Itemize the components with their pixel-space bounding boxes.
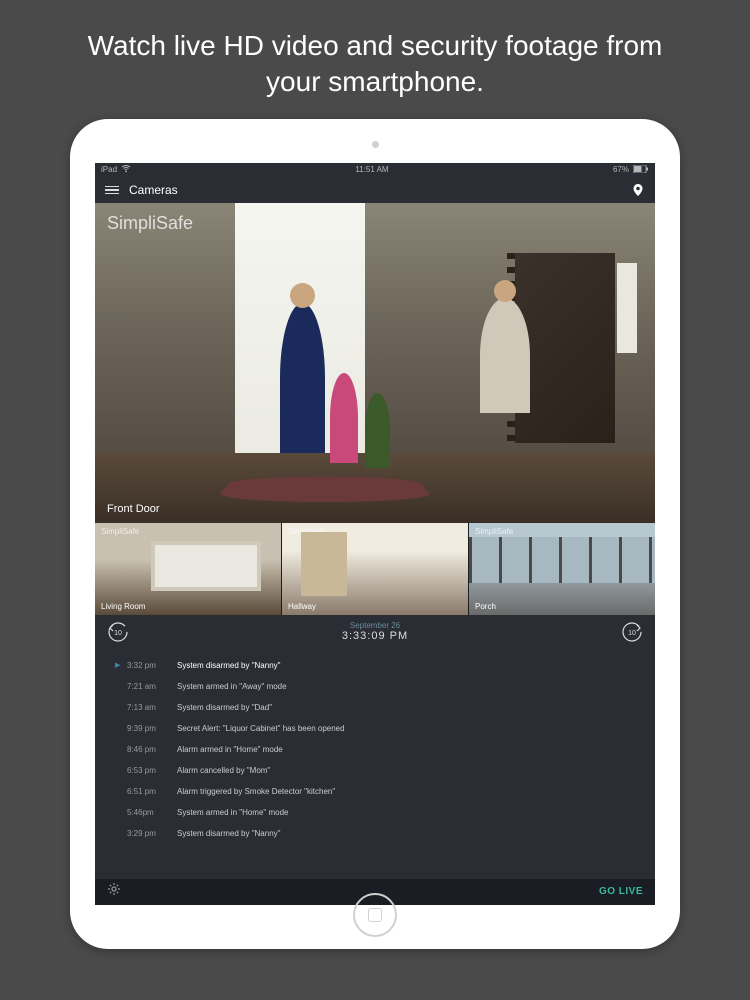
brand-watermark: SimpliSafe: [107, 213, 193, 234]
camera-main-front-door[interactable]: SimpliSafe Front Door: [95, 203, 655, 523]
event-message: System armed in "Home" mode: [177, 808, 289, 817]
event-row[interactable]: 3:29 pmSystem disarmed by "Nanny": [95, 823, 655, 844]
menu-icon[interactable]: [105, 186, 119, 195]
event-message: System disarmed by "Dad": [177, 703, 272, 712]
location-pin-icon[interactable]: [631, 183, 645, 197]
marketing-headline: Watch live HD video and security footage…: [0, 0, 750, 119]
skip-back-10-button[interactable]: 10: [107, 621, 129, 643]
settings-icon[interactable]: [107, 882, 121, 901]
event-row[interactable]: 8:46 pmAlarm armed in "Home" mode: [95, 739, 655, 760]
battery-icon: [633, 165, 649, 175]
event-row[interactable]: 6:53 pmAlarm cancelled by "Mom": [95, 760, 655, 781]
event-message: Alarm armed in "Home" mode: [177, 745, 283, 754]
timeline-date: September 26: [342, 621, 408, 630]
camera-label: Front Door: [107, 503, 160, 515]
status-time: 11:51 AM: [355, 165, 388, 174]
ipad-frame: iPad 11:51 AM 67% Cameras: [70, 119, 680, 949]
status-bar: iPad 11:51 AM 67%: [95, 163, 655, 177]
event-row[interactable]: 6:51 pmAlarm triggered by Smoke Detector…: [95, 781, 655, 802]
event-time: 7:21 am: [127, 682, 177, 691]
brand-watermark: SimpliSafe: [101, 527, 139, 536]
battery-percent: 67%: [613, 165, 629, 174]
camera-label: Porch: [475, 602, 496, 611]
wifi-icon: [121, 165, 131, 175]
skip-forward-10-button[interactable]: 10: [621, 621, 643, 643]
event-row[interactable]: 7:21 amSystem armed in "Away" mode: [95, 676, 655, 697]
camera-thumb-hallway[interactable]: SimpliSafe Hallway: [282, 523, 469, 615]
event-message: Alarm cancelled by "Mom": [177, 766, 270, 775]
svg-text:10: 10: [628, 630, 636, 637]
go-live-button[interactable]: GO LIVE: [599, 886, 643, 897]
event-time: 6:53 pm: [127, 766, 177, 775]
event-row[interactable]: ▶3:32 pmSystem disarmed by "Nanny": [95, 655, 655, 676]
device-label: iPad: [101, 165, 117, 174]
svg-text:10: 10: [114, 630, 122, 637]
event-time: 9:39 pm: [127, 724, 177, 733]
camera-label: Living Room: [101, 602, 145, 611]
event-list[interactable]: ▶3:32 pmSystem disarmed by "Nanny"7:21 a…: [95, 649, 655, 879]
event-time: 7:13 am: [127, 703, 177, 712]
ipad-home-button[interactable]: [353, 893, 397, 937]
play-icon: ▶: [115, 661, 127, 669]
event-time: 5:46pm: [127, 808, 177, 817]
event-row[interactable]: 7:13 amSystem disarmed by "Dad": [95, 697, 655, 718]
event-time: 8:46 pm: [127, 745, 177, 754]
event-message: System disarmed by "Nanny": [177, 661, 281, 670]
event-message: Secret Alert: "Liquor Cabinet" has been …: [177, 724, 345, 733]
brand-watermark: SimpliSafe: [475, 527, 513, 536]
camera-label: Hallway: [288, 602, 316, 611]
event-message: System disarmed by "Nanny": [177, 829, 281, 838]
event-row[interactable]: 5:46pmSystem armed in "Home" mode: [95, 802, 655, 823]
nav-bar: Cameras: [95, 177, 655, 203]
camera-thumb-living-room[interactable]: SimpliSafe Living Room: [95, 523, 282, 615]
event-message: Alarm triggered by Smoke Detector "kitch…: [177, 787, 335, 796]
camera-thumbnails: SimpliSafe Living Room SimpliSafe Hallwa…: [95, 523, 655, 615]
event-time: 3:29 pm: [127, 829, 177, 838]
event-time: 3:32 pm: [127, 661, 177, 670]
event-message: System armed in "Away" mode: [177, 682, 287, 691]
ipad-camera-dot: [372, 141, 379, 148]
timeline-bar: 10 September 26 3:33:09 PM 10: [95, 615, 655, 649]
page-title: Cameras: [129, 183, 178, 197]
ipad-screen: iPad 11:51 AM 67% Cameras: [95, 163, 655, 905]
brand-watermark: SimpliSafe: [288, 527, 326, 536]
timeline-time: 3:33:09 PM: [342, 630, 408, 642]
event-row[interactable]: 9:39 pmSecret Alert: "Liquor Cabinet" ha…: [95, 718, 655, 739]
camera-thumb-porch[interactable]: SimpliSafe Porch: [469, 523, 655, 615]
event-time: 6:51 pm: [127, 787, 177, 796]
